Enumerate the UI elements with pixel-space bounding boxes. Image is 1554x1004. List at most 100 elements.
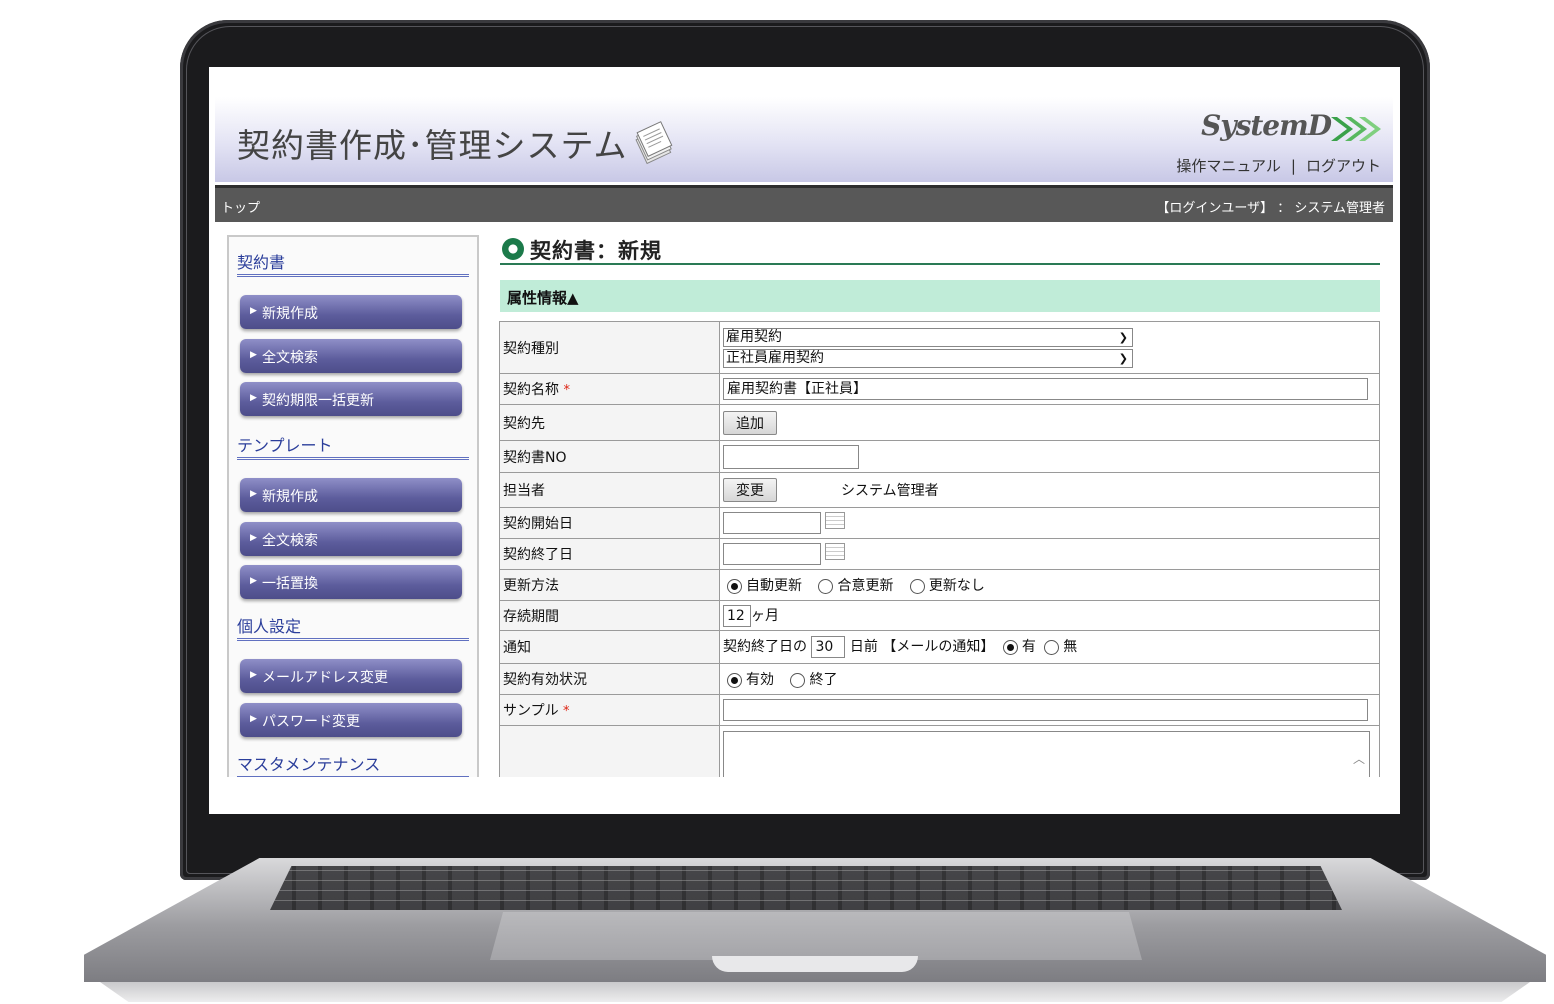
row-contract-name: 契約名称 * 雇用契約書【正社員】 [499, 373, 1380, 405]
label-contract-no: 契約書NO [499, 440, 720, 473]
cell-counterparty: 追加 [719, 404, 1380, 441]
logout-link[interactable]: ログアウト [1306, 157, 1381, 175]
triangle-right-icon: ▶ [250, 670, 257, 680]
attribute-section-header[interactable]: 属性情報▲ [500, 280, 1380, 312]
period-input[interactable]: 12 [723, 604, 751, 627]
cell-sample [719, 694, 1380, 726]
laptop-keyboard-rows [270, 866, 1342, 910]
cell-contract-name: 雇用契約書【正社員】 [719, 373, 1380, 405]
login-user-info: 【ログインユーザ】 ： システム管理者 [1156, 201, 1385, 216]
contract-name-input[interactable]: 雇用契約書【正社員】 [723, 378, 1368, 400]
label-status: 契約有効状況 [499, 663, 720, 695]
calendar-icon[interactable] [825, 512, 845, 529]
sidebar-item-template-new[interactable]: ▶ 新規作成 [240, 478, 462, 512]
label-end-date: 契約終了日 [499, 538, 720, 570]
status-active-label: 有効 [746, 672, 774, 688]
renewal-auto-label: 自動更新 [746, 578, 802, 594]
manual-link[interactable]: 操作マニュアル [1176, 157, 1281, 175]
company-logo: SystemD [1201, 109, 1332, 142]
label-start-date: 契約開始日 [499, 507, 720, 539]
notify-suffix: 日前 【メールの通知】 [849, 639, 995, 655]
cell-notify: 契約終了日の 30 日前 【メールの通知】 有 無 [719, 630, 1380, 664]
label-sample: サンプル * [499, 694, 720, 726]
app-title: 契約書作成･管理システム [237, 126, 628, 165]
laptop-screen: 契約書作成･管理システム SystemD 操作マニュアル | ログアウト トップ… [209, 67, 1400, 814]
row-contract-no: 契約書NO [499, 440, 1380, 473]
change-owner-button[interactable]: 変更 [723, 478, 777, 502]
required-mark: * [563, 704, 570, 719]
row-start-date: 契約開始日 [499, 507, 1380, 539]
logo-chevrons-icon [1331, 117, 1381, 141]
app-header: 契約書作成･管理システム SystemD 操作マニュアル | ログアウト [215, 97, 1393, 182]
row-renewal: 更新方法 自動更新 合意更新 更新なし [499, 569, 1380, 601]
cell-status: 有効 終了 [719, 663, 1380, 695]
page-title: 契約書：新規 [500, 235, 1380, 265]
chevron-up-icon[interactable]: ︿ [1353, 750, 1365, 767]
calendar-icon[interactable] [825, 543, 845, 560]
contract-no-input[interactable] [723, 444, 859, 469]
notes-textarea[interactable]: ︿ [723, 731, 1370, 777]
row-contract-type: 契約種別 雇用契約 ❯ 正社員雇用契約 ❯ [499, 321, 1380, 374]
label-owner: 担当者 [499, 472, 720, 508]
renewal-none-label: 更新なし [928, 578, 985, 594]
cell-start-date [719, 507, 1380, 539]
label-counterparty: 契約先 [499, 404, 720, 441]
required-mark: * [563, 383, 570, 398]
sidebar-item-contract-search[interactable]: ▶ 全文検索 [240, 339, 462, 373]
triangle-right-icon: ▶ [250, 714, 257, 724]
notify-no-radio[interactable] [1044, 639, 1060, 655]
row-notify: 通知 契約終了日の 30 日前 【メールの通知】 有 無 [499, 630, 1380, 664]
row-textarea: ︿ [499, 725, 1380, 777]
sidebar-item-email-change[interactable]: ▶ メールアドレス変更 [240, 659, 462, 693]
link-separator: | [1290, 157, 1296, 175]
notify-yes-radio[interactable] [1002, 639, 1018, 655]
sidebar-item-contract-bulk-renew[interactable]: ▶ 契約期限一括更新 [240, 382, 462, 416]
notify-no-label: 無 [1063, 639, 1078, 655]
sidebar-item-password-change[interactable]: ▶ パスワード変更 [240, 703, 462, 737]
breadcrumb-top[interactable]: トップ [221, 197, 260, 216]
sidebar-item-template-replace[interactable]: ▶ 一括置換 [240, 565, 462, 599]
status-ended-label: 終了 [809, 672, 838, 688]
label-contract-name: 契約名称 * [499, 373, 720, 405]
sidebar-item-contract-new[interactable]: ▶ 新規作成 [240, 295, 462, 329]
cell-textarea: ︿ [719, 725, 1380, 777]
renewal-none-radio[interactable] [909, 578, 925, 594]
sidebar-section-template[interactable]: テンプレート [237, 432, 469, 460]
cell-contract-no [719, 440, 1380, 473]
add-counterparty-button[interactable]: 追加 [723, 410, 777, 435]
status-active-radio[interactable] [727, 672, 742, 688]
sidebar-item-template-search[interactable]: ▶ 全文検索 [240, 522, 462, 556]
notify-days-input[interactable]: 30 [811, 636, 846, 658]
contract-subtype-select[interactable]: 正社員雇用契約 ❯ [723, 348, 1133, 368]
laptop-foot [100, 982, 1530, 1002]
app-window: 契約書作成･管理システム SystemD 操作マニュアル | ログアウト トップ… [215, 97, 1393, 777]
label-period: 存続期間 [499, 600, 720, 631]
renewal-agree-radio[interactable] [818, 578, 834, 594]
header-links: 操作マニュアル | ログアウト [1176, 155, 1381, 176]
triangle-right-icon: ▶ [250, 576, 257, 586]
triangle-right-icon: ▶ [250, 306, 257, 316]
laptop-trackpad [490, 912, 1142, 960]
laptop-notch [712, 956, 918, 972]
renewal-auto-radio[interactable] [727, 578, 742, 594]
status-ended-radio[interactable] [790, 672, 806, 688]
sidebar: 契約書 ▶ 新規作成 ▶ 全文検索 ▶ 契約期限一括更新 テンプレート ▶ 新規作成 ▶… [227, 235, 479, 777]
page-title-text: 契約書：新規 [530, 239, 662, 263]
triangle-right-icon: ▶ [250, 489, 257, 499]
sidebar-section-master[interactable]: マスタメンテナンス [237, 751, 469, 777]
triangle-right-icon: ▶ [250, 393, 257, 403]
sidebar-section-personal[interactable]: 個人設定 [237, 613, 469, 641]
row-owner: 担当者 変更 システム管理者 [499, 472, 1380, 508]
end-date-input[interactable] [723, 543, 821, 565]
row-sample: サンプル * [499, 694, 1380, 726]
sample-input[interactable] [723, 699, 1368, 721]
start-date-input[interactable] [723, 512, 821, 534]
contract-type-select[interactable]: 雇用契約 ❯ [723, 327, 1133, 347]
notify-yes-label: 有 [1021, 639, 1036, 655]
sidebar-section-contract[interactable]: 契約書 [237, 249, 469, 277]
breadcrumb-bar: トップ 【ログインユーザ】 ： システム管理者 [215, 185, 1393, 222]
chevron-down-icon: ❯ [1118, 351, 1128, 365]
triangle-right-icon: ▶ [250, 533, 257, 543]
cell-renewal: 自動更新 合意更新 更新なし [719, 569, 1380, 601]
row-end-date: 契約終了日 [499, 538, 1380, 570]
